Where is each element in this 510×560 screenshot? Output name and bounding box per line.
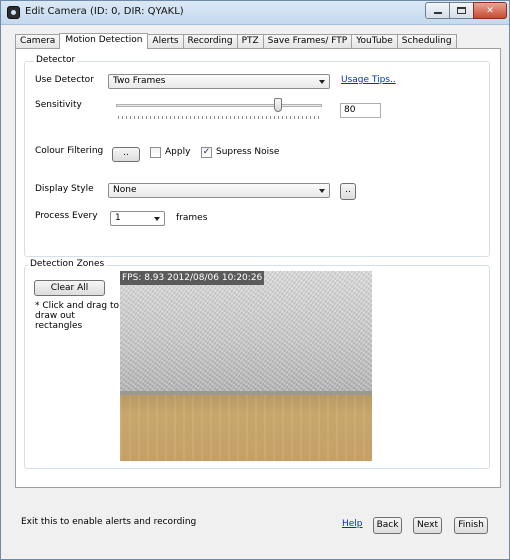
preview-overlay-text: FPS: 8.93 2012/08/06 10:20:26 bbox=[120, 271, 265, 285]
process-every-select[interactable]: 1 bbox=[110, 211, 165, 226]
checkmark-icon: ✓ bbox=[202, 147, 211, 157]
next-button[interactable]: Next bbox=[413, 517, 442, 534]
sensitivity-slider-ticks bbox=[118, 116, 320, 119]
process-every-value: 1 bbox=[115, 213, 121, 223]
close-icon: ✕ bbox=[486, 5, 494, 16]
detection-zones-title: Detection Zones bbox=[28, 259, 107, 269]
display-style-label: Display Style bbox=[35, 184, 94, 194]
tab-scheduling[interactable]: Scheduling bbox=[396, 34, 457, 49]
tab-youtube[interactable]: YouTube bbox=[351, 34, 398, 49]
finish-button[interactable]: Finish bbox=[454, 517, 488, 534]
tab-motion-detection[interactable]: Motion Detection bbox=[59, 33, 149, 49]
minimize-button[interactable] bbox=[425, 2, 450, 19]
motion-detection-panel: Detector Use Detector Two Frames Usage T… bbox=[15, 48, 501, 488]
tab-ptz[interactable]: PTZ bbox=[236, 34, 264, 49]
minimize-icon bbox=[433, 12, 442, 14]
sensitivity-slider-track[interactable] bbox=[116, 104, 322, 107]
edit-camera-window: Edit Camera (ID: 0, DIR: QYAKL) ✕ Camera… bbox=[0, 0, 510, 560]
apply-label: Apply bbox=[165, 147, 191, 157]
display-style-select[interactable]: None bbox=[108, 183, 330, 198]
display-style-value: None bbox=[113, 185, 137, 195]
sensitivity-label: Sensitivity bbox=[35, 100, 82, 110]
chevron-down-icon bbox=[154, 217, 160, 221]
sensitivity-input[interactable]: 80 bbox=[340, 103, 381, 118]
help-link[interactable]: Help bbox=[342, 519, 363, 529]
tab-strip: Camera Motion Detection Alerts Recording… bbox=[15, 33, 457, 49]
maximize-icon bbox=[457, 7, 466, 14]
close-button[interactable]: ✕ bbox=[473, 2, 507, 19]
preview-wall bbox=[120, 271, 372, 395]
chevron-down-icon bbox=[319, 80, 325, 84]
window-title: Edit Camera (ID: 0, DIR: QYAKL) bbox=[25, 6, 184, 17]
maximize-button[interactable] bbox=[449, 2, 474, 19]
usage-tips-link[interactable]: Usage Tips.. bbox=[341, 75, 396, 85]
detector-group: Detector Use Detector Two Frames Usage T… bbox=[24, 55, 490, 257]
use-detector-value: Two Frames bbox=[113, 76, 166, 86]
tab-save-frames-ftp[interactable]: Save Frames/ FTP bbox=[262, 34, 353, 49]
back-button[interactable]: Back bbox=[373, 517, 402, 534]
status-text: Exit this to enable alerts and recording bbox=[21, 517, 197, 527]
chevron-down-icon bbox=[319, 189, 325, 193]
camera-preview[interactable]: FPS: 8.93 2012/08/06 10:20:26 bbox=[120, 271, 372, 461]
tab-alerts[interactable]: Alerts bbox=[147, 34, 184, 49]
preview-floor bbox=[120, 395, 372, 461]
camera-app-icon bbox=[7, 6, 20, 19]
colour-filtering-label: Colour Filtering bbox=[35, 146, 104, 156]
use-detector-label: Use Detector bbox=[35, 75, 94, 85]
display-style-button[interactable]: .. bbox=[340, 183, 356, 200]
detector-group-title: Detector bbox=[34, 55, 78, 65]
apply-checkbox[interactable] bbox=[150, 147, 161, 158]
supress-noise-label: Supress Noise bbox=[216, 147, 280, 157]
clear-all-button[interactable]: Clear All bbox=[34, 280, 105, 296]
title-bar: Edit Camera (ID: 0, DIR: QYAKL) ✕ bbox=[1, 1, 509, 25]
process-every-label: Process Every bbox=[35, 211, 98, 221]
use-detector-select[interactable]: Two Frames bbox=[108, 74, 330, 89]
tab-camera[interactable]: Camera bbox=[15, 34, 61, 49]
colour-filter-button[interactable]: .. bbox=[112, 147, 140, 162]
zones-hint: * Click and drag to draw out rectangles bbox=[35, 301, 119, 331]
sensitivity-slider-thumb[interactable] bbox=[274, 98, 282, 112]
tab-recording[interactable]: Recording bbox=[182, 34, 238, 49]
frames-label: frames bbox=[176, 213, 208, 223]
supress-noise-checkbox[interactable]: ✓ bbox=[201, 147, 212, 158]
